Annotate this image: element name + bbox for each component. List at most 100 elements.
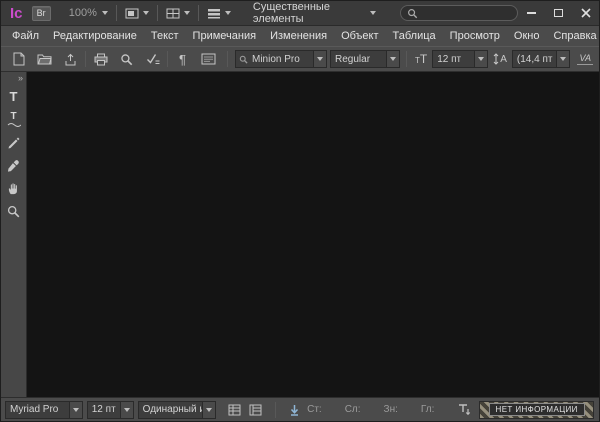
font-style-value: Regular — [331, 54, 386, 65]
panel-collapse-chevrons-icon[interactable]: » — [18, 73, 26, 85]
document-canvas — [27, 72, 599, 397]
control-toolbar: ¶ Minion Pro Regular TT 12 пт A — [1, 46, 599, 72]
menu-table[interactable]: Таблица — [386, 26, 443, 46]
main-area: » T T — [1, 72, 599, 397]
type-tool-icon: T — [10, 89, 18, 104]
zoom-icon — [7, 205, 20, 218]
font-size-combo[interactable]: 12 пт — [432, 50, 488, 68]
type-tool-button[interactable]: T — [3, 86, 25, 107]
menu-changes[interactable]: Изменения — [263, 26, 334, 46]
font-family-arrow[interactable] — [313, 51, 326, 67]
tools-panel: » T T — [1, 72, 27, 397]
leading-value: (14,4 пт — [513, 54, 556, 65]
status-font-size-arrow[interactable] — [120, 402, 133, 418]
status-font-family-arrow[interactable] — [69, 402, 82, 418]
menu-view[interactable]: Просмотр — [443, 26, 507, 46]
incopy-window: Ic Br 100% Существе — [0, 0, 600, 422]
leading-combo[interactable]: (14,4 пт — [512, 50, 570, 68]
copyfit-progress-bar: НЕТ ИНФОРМАЦИИ — [479, 401, 594, 419]
copyfit-info-badge: НЕТ ИНФОРМАЦИИ — [489, 403, 585, 416]
line-spacing-value: Одинарный и — [139, 404, 202, 415]
open-document-button[interactable] — [33, 49, 56, 69]
maximize-button[interactable] — [545, 1, 572, 25]
zoom-tool-button[interactable] — [3, 201, 25, 222]
line-spacing-combo[interactable]: Одинарный и — [138, 401, 216, 419]
titlebar: Ic Br 100% Существе — [1, 1, 599, 26]
line-spacing-arrow[interactable] — [202, 402, 215, 418]
menu-help[interactable]: Справка — [546, 26, 600, 46]
minimize-button[interactable] — [518, 1, 545, 25]
spellcheck-button[interactable] — [141, 49, 164, 69]
menu-window[interactable]: Окно — [507, 26, 547, 46]
app-logo: Ic — [1, 5, 32, 22]
window-controls — [518, 1, 599, 25]
font-style-combo[interactable]: Regular — [330, 50, 400, 68]
galley-info-button[interactable] — [226, 401, 243, 419]
arrange-documents-dropdown[interactable] — [199, 1, 239, 25]
arrange-documents-icon — [207, 8, 221, 19]
chevron-down-icon — [206, 408, 212, 412]
menu-object[interactable]: Объект — [334, 26, 385, 46]
view-options-icon — [125, 8, 139, 19]
menu-type[interactable]: Текст — [144, 26, 186, 46]
note-tool-button[interactable] — [3, 132, 25, 153]
eyedropper-tool-button[interactable] — [3, 155, 25, 176]
menu-file[interactable]: Файл — [5, 26, 46, 46]
hand-tool-button[interactable] — [3, 178, 25, 199]
menu-notes[interactable]: Примечания — [186, 26, 264, 46]
status-font-family-value: Myriad Pro — [6, 404, 69, 415]
close-button[interactable] — [572, 1, 599, 25]
status-font-family-combo[interactable]: Myriad Pro — [5, 401, 83, 419]
separator — [275, 402, 276, 418]
separator — [167, 51, 168, 67]
view-options-dropdown[interactable] — [117, 1, 157, 25]
find-button[interactable] — [115, 49, 138, 69]
stat-words: Сл: — [345, 404, 367, 415]
text-frame-options-button[interactable] — [197, 49, 220, 69]
separator — [227, 51, 228, 67]
chevron-down-icon — [184, 11, 190, 15]
font-family-value: Minion Pro — [248, 54, 313, 65]
font-size-arrow[interactable] — [474, 51, 487, 67]
type-on-path-icon: T — [7, 112, 21, 127]
print-button[interactable] — [89, 49, 112, 69]
workspace-switcher[interactable]: Существенные элементы — [243, 1, 386, 25]
kerning-icon[interactable]: VA — [577, 53, 593, 65]
menubar: Файл Редактирование Текст Примечания Изм… — [1, 26, 599, 46]
screen-mode-dropdown[interactable] — [158, 1, 198, 25]
font-family-combo[interactable]: Minion Pro — [235, 50, 327, 68]
search-input[interactable] — [422, 8, 514, 19]
stat-characters: Зн: — [384, 404, 404, 415]
jump-to-overset-button[interactable] — [286, 401, 303, 419]
workspace-name: Существенные элементы — [253, 1, 364, 25]
chevron-down-icon — [225, 11, 231, 15]
menu-edit[interactable]: Редактирование — [46, 26, 144, 46]
separator — [406, 51, 407, 67]
line-numbers-button[interactable] — [247, 401, 264, 419]
show-hidden-characters-button[interactable]: ¶ — [171, 49, 194, 69]
leading-icon: A — [491, 53, 509, 65]
status-font-size-combo[interactable]: 12 пт — [87, 401, 134, 419]
search-icon — [407, 8, 418, 19]
chevron-down-icon — [124, 408, 130, 412]
screen-mode-icon — [166, 8, 180, 19]
font-style-arrow[interactable] — [386, 51, 399, 67]
check-in-button[interactable] — [59, 49, 82, 69]
close-icon — [581, 8, 591, 18]
chevron-down-icon — [560, 57, 566, 61]
eyedropper-icon — [7, 159, 20, 172]
chevron-down-icon — [317, 57, 323, 61]
zoom-level-dropdown[interactable]: 100% — [61, 1, 116, 25]
bridge-button[interactable]: Br — [32, 6, 51, 21]
chevron-down-icon — [478, 57, 484, 61]
new-document-button[interactable] — [7, 49, 30, 69]
maximize-icon — [554, 9, 563, 17]
chevron-down-icon — [390, 57, 396, 61]
status-font-size-value: 12 пт — [88, 404, 120, 415]
search-box[interactable] — [400, 5, 518, 21]
type-on-path-tool-button[interactable]: T — [3, 109, 25, 130]
pilcrow-icon: ¶ — [179, 52, 186, 67]
leading-arrow[interactable] — [556, 51, 569, 67]
font-size-icon: TT — [413, 53, 429, 65]
hand-icon — [7, 182, 20, 195]
